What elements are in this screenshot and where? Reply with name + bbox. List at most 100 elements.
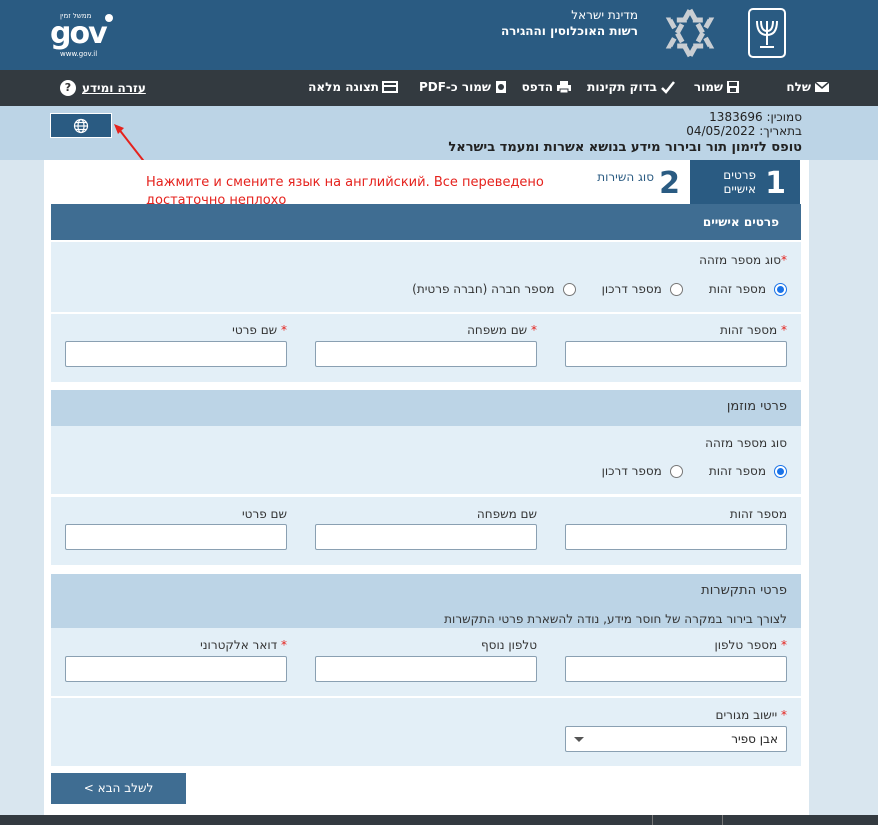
settlement-label: * יישוב מגורים <box>715 708 787 722</box>
footer-bar <box>0 815 878 825</box>
id-type-option-passport[interactable]: מספר דרכון <box>602 282 683 296</box>
language-button[interactable] <box>50 113 112 138</box>
radio-button[interactable] <box>669 464 683 478</box>
required-mark: * <box>531 323 537 337</box>
invitee-id-type-radio-group: מספר זהות מספר דרכון <box>576 464 787 478</box>
pdf-file-icon <box>496 81 506 93</box>
validate-label: בדוק תקינות <box>587 80 657 94</box>
invitee-id-type-panel: סוג מספר מזהה מספר זהות מספר דרכון <box>51 426 801 494</box>
invitee-id-type-label: סוג מספר מזהה <box>705 436 787 450</box>
next-step-button[interactable]: לשלב הבא > <box>51 773 186 804</box>
first-name-label: * שם פרטי <box>232 323 287 337</box>
section-heading-invitee: פרטי מוזמן <box>51 390 801 426</box>
invitee-first-name-input[interactable] <box>65 524 287 550</box>
footer-divider <box>722 815 723 825</box>
radio-label: מספר דרכון <box>601 464 662 478</box>
contact-note: לצורך בירור במקרה של חוסר מידע, נודה להש… <box>51 610 801 628</box>
invitee-id-type-option-id[interactable]: מספר זהות <box>709 464 787 478</box>
id-type-option-company[interactable]: מספר חברה (חברה פרטית) <box>412 282 576 296</box>
print-label: הדפס <box>521 80 553 94</box>
email-input[interactable] <box>65 656 287 682</box>
settlement-label-text: יישוב מגורים <box>715 708 778 722</box>
radio-button[interactable] <box>774 282 787 296</box>
radio-button[interactable] <box>669 282 683 296</box>
save-pdf-label: שמור כ-PDF <box>418 80 491 94</box>
validate-button[interactable]: בדוק תקינות <box>587 80 676 94</box>
site-header: ממשל זמין gov www.gov.il מדינת ישראל רשו… <box>0 0 878 70</box>
extra-phone-input[interactable] <box>315 656 537 682</box>
floppy-disk-icon <box>727 81 739 93</box>
invitee-id-number-input[interactable] <box>565 524 787 550</box>
step-label-line: פרטים <box>723 168 756 182</box>
save-button[interactable]: שמור <box>694 80 740 94</box>
checkmark-icon <box>661 81 675 94</box>
ministry-name: מדינת ישראל רשות האוכלוסין וההגירה <box>501 7 638 39</box>
id-number-label: * מספר זהות <box>720 323 787 337</box>
id-type-option-id[interactable]: מספר זהות <box>709 282 787 296</box>
id-type-radio-group: מספר זהות מספר דרכון מספר חברה (חברה פרט… <box>386 282 787 296</box>
gov-il-logo[interactable]: ממשל זמין gov www.gov.il <box>50 12 120 58</box>
id-number-input[interactable] <box>565 341 787 367</box>
phone-input[interactable] <box>565 656 787 682</box>
annotation-text: Нажмите и смените язык на английский. Вс… <box>146 175 544 204</box>
first-name-label-text: שם פרטי <box>232 323 278 337</box>
radio-label: מספר חברה (חברה פרטית) <box>412 282 555 296</box>
last-name-label-text: שם משפחה <box>467 323 528 337</box>
last-name-input[interactable] <box>315 341 537 367</box>
gov-logo-text: gov <box>50 16 108 51</box>
step-label-line: אישיים <box>723 182 756 196</box>
reference-info: סמוכין: 1383696 בתאריך: 04/05/2022 <box>686 110 802 138</box>
radio-button[interactable] <box>774 464 787 478</box>
phone-label: * מספר טלפון <box>715 638 787 652</box>
required-mark: * <box>781 253 787 267</box>
invitee-last-name-input[interactable] <box>315 524 537 550</box>
required-mark: * <box>781 638 787 652</box>
id-number-label-text: מספר זהות <box>720 323 778 337</box>
full-view-label: תצוגה מלאה <box>308 80 379 94</box>
globe-icon <box>73 118 89 133</box>
step-2-service-type[interactable]: 2 סוג השירות <box>596 162 688 204</box>
settlement-select[interactable]: אבן ספיר <box>565 726 787 752</box>
full-view-icon <box>382 81 398 93</box>
step-1-personal-details[interactable]: 1 פרטים אישיים <box>690 160 800 204</box>
email-label: * דואר אלקטרוני <box>200 638 287 652</box>
step-label: סוג השירות <box>597 170 654 184</box>
extra-phone-label: טלפון נוסף <box>481 638 537 652</box>
footer-divider <box>652 815 653 825</box>
help-link[interactable]: עזרה ומידע ? <box>60 80 146 96</box>
radio-label: מספר דרכון <box>601 282 662 296</box>
save-pdf-button[interactable]: שמור כ-PDF <box>419 80 508 94</box>
step-number: 2 <box>659 166 680 201</box>
invitee-id-number-label: מספר זהות <box>729 507 787 521</box>
first-name-input[interactable] <box>65 341 287 367</box>
radio-label: מספר זהות <box>708 282 766 296</box>
section-heading-personal: פרטים אישיים <box>51 204 801 240</box>
toolbar: שלח שמור בדוק תקינות הדפס שמור כ-PDF תצו… <box>0 70 878 106</box>
settlement-selected-value: אבן ספיר <box>731 732 778 746</box>
invitee-first-name-label: שם פרטי <box>241 507 287 521</box>
print-button[interactable]: הדפס <box>522 80 572 94</box>
help-label: עזרה ומידע <box>82 81 146 95</box>
required-mark: * <box>281 323 287 337</box>
full-view-button[interactable]: תצוגה מלאה <box>308 80 398 94</box>
chevron-down-icon <box>574 737 584 742</box>
contact-phone-panel: * מספר טלפון טלפון נוסף * דואר אלקטרוני <box>51 628 801 696</box>
authority-name-line: רשות האוכלוסין וההגירה <box>500 24 638 38</box>
gov-logo-dot <box>105 14 113 22</box>
save-label: שמור <box>693 80 723 94</box>
radio-button[interactable] <box>562 282 576 296</box>
send-button[interactable]: שלח <box>786 80 830 94</box>
radio-label: מספר זהות <box>708 464 766 478</box>
invitee-name-panel: מספר זהות שם משפחה שם פרטי <box>51 497 801 565</box>
invitee-id-type-option-passport[interactable]: מספר דרכון <box>602 464 683 478</box>
envelope-icon <box>814 81 830 92</box>
state-emblem-icon <box>748 8 786 58</box>
form-title: טופס לזימון תור ובירור מידע בנושא אשרות … <box>448 140 802 155</box>
id-type-label-text: סוג מספר מזהה <box>699 253 781 267</box>
state-name-line: מדינת ישראל <box>571 8 638 22</box>
step-label: פרטים אישיים <box>723 168 756 196</box>
send-label: שלח <box>786 80 811 94</box>
personal-name-panel: * מספר זהות * שם משפחה * שם פרטי <box>51 314 801 382</box>
required-mark: * <box>281 638 287 652</box>
required-mark: * <box>781 323 787 337</box>
